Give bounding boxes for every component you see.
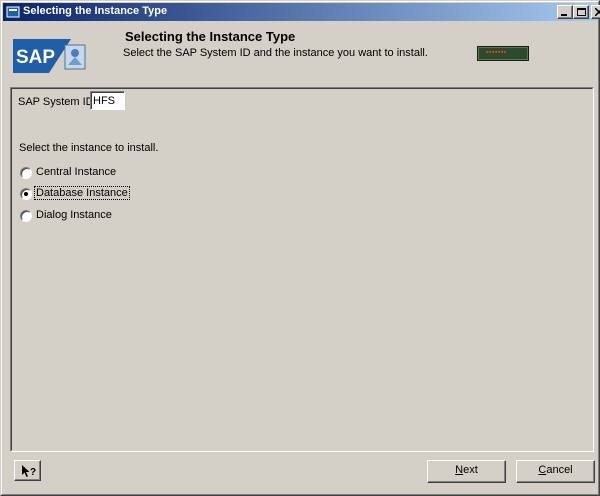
radio-button-selected[interactable] xyxy=(20,188,32,200)
title-bar[interactable]: Selecting the Instance Type xyxy=(3,3,600,21)
radio-label-dialog-instance[interactable]: Dialog Instance xyxy=(35,209,113,221)
radio-button[interactable] xyxy=(20,167,32,179)
sap-system-id-input[interactable] xyxy=(90,91,125,110)
installer-window: Selecting the Instance Type SAP Selectin… xyxy=(0,0,600,496)
instance-select-prompt: Select the instance to install. xyxy=(19,142,159,154)
radio-label-database-instance[interactable]: Database Instance xyxy=(34,186,130,200)
close-button[interactable] xyxy=(591,5,600,19)
sap-logo-text: SAP xyxy=(16,47,55,68)
page-description: Select the SAP System ID and the instanc… xyxy=(123,47,428,59)
status-indicator-icon: ▪▪▪▪▪▪▪ xyxy=(486,49,507,56)
next-mnemonic: N xyxy=(455,464,464,476)
sap-system-id-label: SAP System ID xyxy=(18,96,94,108)
minimize-button[interactable] xyxy=(557,5,573,19)
wizard-header: SAP Selecting the Instance Type Select t… xyxy=(3,21,597,85)
svg-text:?: ? xyxy=(30,467,36,478)
minimize-icon xyxy=(561,14,567,16)
context-help-icon: ? xyxy=(22,465,36,478)
radio-selected-dot xyxy=(24,192,28,196)
sap-logo: SAP xyxy=(13,39,86,73)
cancel-button[interactable]: Cancel xyxy=(516,460,595,483)
maximize-button[interactable] xyxy=(573,5,589,19)
context-help-button[interactable]: ? xyxy=(14,460,41,481)
page-title: Selecting the Instance Type xyxy=(125,29,296,44)
close-icon xyxy=(595,8,600,16)
next-label: ext xyxy=(463,464,478,476)
next-button[interactable]: Next xyxy=(427,460,506,483)
radio-label-central-instance[interactable]: Central Instance xyxy=(35,166,117,178)
cancel-label: ancel xyxy=(546,464,573,476)
radio-button[interactable] xyxy=(20,210,32,222)
status-indicator: ▪▪▪▪▪▪▪ xyxy=(477,46,529,61)
application-icon xyxy=(6,6,20,18)
window-title: Selecting the Instance Type xyxy=(23,5,168,17)
maximize-icon xyxy=(577,8,586,16)
